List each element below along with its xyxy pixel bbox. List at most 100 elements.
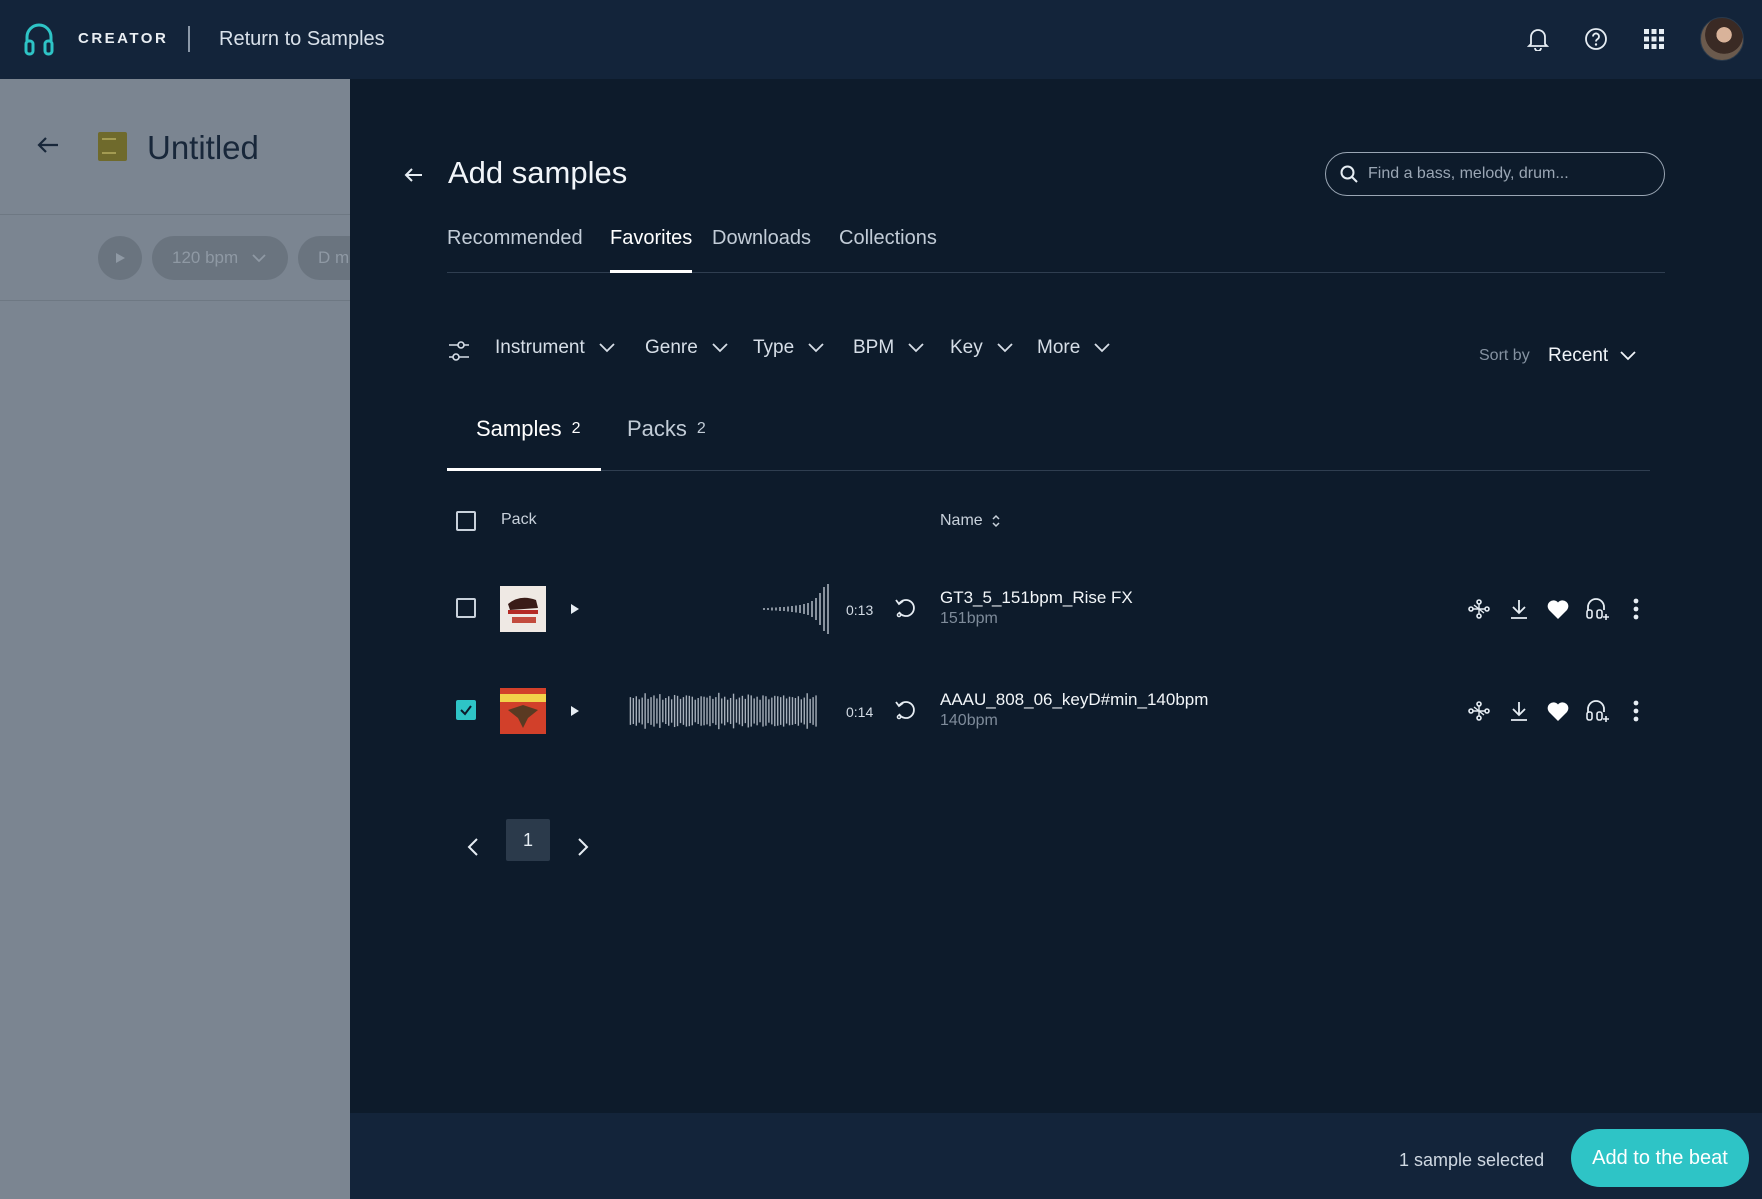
similar-sounds-icon[interactable] — [1466, 596, 1492, 622]
sample-bpm: 151bpm — [940, 610, 998, 627]
subtab-samples[interactable]: Samples 2 — [447, 409, 601, 471]
bpm-dropdown[interactable]: 120 bpm — [152, 236, 288, 280]
back-arrow-icon[interactable] — [36, 135, 60, 155]
sample-bpm: 140bpm — [940, 712, 998, 729]
key-value: D m — [318, 248, 350, 267]
select-all-checkbox[interactable] — [456, 511, 476, 531]
tab-recommended[interactable]: Recommended — [447, 227, 583, 272]
subtab-packs[interactable]: Packs 2 — [627, 409, 706, 470]
add-to-beat-icon[interactable] — [1585, 596, 1611, 622]
name-column-header[interactable]: Name — [940, 512, 1001, 530]
name-column-label: Name — [940, 512, 983, 529]
chevron-left-icon[interactable] — [467, 837, 479, 857]
top-divider — [188, 26, 190, 52]
loop-icon[interactable] — [894, 699, 916, 721]
subtab-packs-count: 2 — [696, 420, 706, 437]
pack-thumbnail[interactable] — [500, 688, 546, 734]
filter-key[interactable]: Key — [950, 337, 1013, 359]
selected-count-text: 1 sample selected — [1399, 1150, 1545, 1170]
add-samples-panel: Add samples Recommended Favorites Downlo… — [350, 79, 1762, 1199]
avatar[interactable] — [1700, 17, 1744, 61]
filter-settings-icon[interactable] — [447, 339, 471, 363]
row-checkbox[interactable] — [456, 598, 476, 618]
beat-thumbnail — [98, 132, 127, 161]
chevron-down-icon — [1620, 351, 1636, 361]
bell-icon[interactable] — [1524, 25, 1552, 53]
brand-name: CREATOR — [78, 30, 169, 47]
sample-duration: 0:13 — [846, 602, 874, 618]
similar-sounds-icon[interactable] — [1466, 698, 1492, 724]
sample-duration: 0:14 — [846, 704, 874, 720]
filter-genre-label: Genre — [645, 337, 698, 358]
sample-row[interactable]: 0:14 AAAU_808_06_keyD#min_140bpm 140bpm — [350, 688, 1762, 748]
chevron-down-icon — [712, 343, 728, 353]
beat-header: Untitled — [0, 79, 350, 215]
sample-name[interactable]: GT3_5_151bpm_Rise FX — [940, 588, 1133, 608]
beat-controls: 120 bpm D m — [0, 216, 378, 301]
subtab-samples-count: 2 — [571, 420, 581, 437]
sample-name[interactable]: AAAU_808_06_keyD#min_140bpm — [940, 690, 1208, 710]
return-to-samples-link[interactable]: Return to Samples — [219, 28, 385, 51]
bpm-value: 120 bpm — [172, 248, 239, 267]
play-icon — [116, 253, 125, 263]
apps-grid-icon[interactable] — [1640, 25, 1668, 53]
loop-icon[interactable] — [894, 597, 916, 619]
filter-instrument-label: Instrument — [495, 337, 585, 358]
tab-collections[interactable]: Collections — [839, 227, 937, 272]
heart-icon[interactable] — [1545, 596, 1571, 622]
download-icon[interactable] — [1506, 698, 1532, 724]
subtab-packs-label: Packs — [627, 416, 687, 441]
main-tabs: Recommended Favorites Downloads Collecti… — [447, 227, 1665, 273]
chevron-down-icon — [908, 343, 924, 353]
subtab-samples-label: Samples — [476, 416, 562, 441]
search-input[interactable] — [1368, 165, 1648, 183]
filter-genre[interactable]: Genre — [645, 337, 728, 359]
pack-thumbnail[interactable] — [500, 586, 546, 632]
filter-type-label: Type — [753, 337, 795, 358]
search-box — [1325, 152, 1665, 196]
sort-by-label: Sort by — [1479, 347, 1530, 364]
top-bar: CREATOR Return to Samples — [0, 0, 1762, 79]
beat-editor-panel: Untitled 120 bpm D m — [0, 79, 378, 1199]
filter-more[interactable]: More — [1037, 337, 1110, 359]
more-options-icon[interactable] — [1623, 698, 1649, 724]
download-icon[interactable] — [1506, 596, 1532, 622]
back-arrow-icon[interactable] — [404, 167, 424, 183]
search-icon — [1340, 165, 1358, 183]
pack-column-header: Pack — [501, 511, 537, 528]
waveform[interactable] — [762, 583, 834, 635]
result-subtabs: Samples 2 Packs 2 — [447, 409, 1650, 471]
more-options-icon[interactable] — [1623, 596, 1649, 622]
sample-row[interactable]: 0:13 GT3_5_151bpm_Rise FX 151bpm — [350, 583, 1762, 646]
sort-value: Recent — [1548, 345, 1609, 366]
logo-headphones-icon[interactable] — [24, 22, 54, 56]
add-to-beat-button[interactable]: Add to the beat — [1571, 1129, 1749, 1187]
waveform[interactable] — [614, 685, 834, 737]
add-to-beat-icon[interactable] — [1585, 698, 1611, 724]
filter-more-label: More — [1037, 337, 1081, 358]
chevron-right-icon[interactable] — [577, 837, 589, 857]
sort-dropdown[interactable]: Recent — [1548, 345, 1636, 367]
heart-icon[interactable] — [1545, 698, 1571, 724]
chevron-down-icon — [599, 343, 615, 353]
chevron-down-icon — [997, 343, 1013, 353]
chevron-down-icon — [1094, 343, 1110, 353]
chevron-down-icon — [252, 253, 266, 262]
page-number-current[interactable]: 1 — [506, 819, 550, 861]
help-icon[interactable] — [1582, 25, 1610, 53]
filter-bpm-label: BPM — [853, 337, 895, 358]
play-icon[interactable] — [570, 705, 580, 717]
tab-downloads[interactable]: Downloads — [712, 227, 811, 272]
play-icon[interactable] — [570, 603, 580, 615]
filter-key-label: Key — [950, 337, 983, 358]
beat-title: Untitled — [147, 129, 259, 166]
filter-instrument[interactable]: Instrument — [495, 337, 615, 359]
row-checkbox-checked[interactable] — [456, 700, 476, 720]
filter-bpm[interactable]: BPM — [853, 337, 924, 359]
check-icon — [460, 705, 472, 716]
beat-play-button[interactable] — [98, 236, 142, 280]
chevron-down-icon — [808, 343, 824, 353]
filter-type[interactable]: Type — [753, 337, 824, 359]
page-title: Add samples — [448, 155, 628, 190]
tab-favorites[interactable]: Favorites — [610, 227, 693, 273]
